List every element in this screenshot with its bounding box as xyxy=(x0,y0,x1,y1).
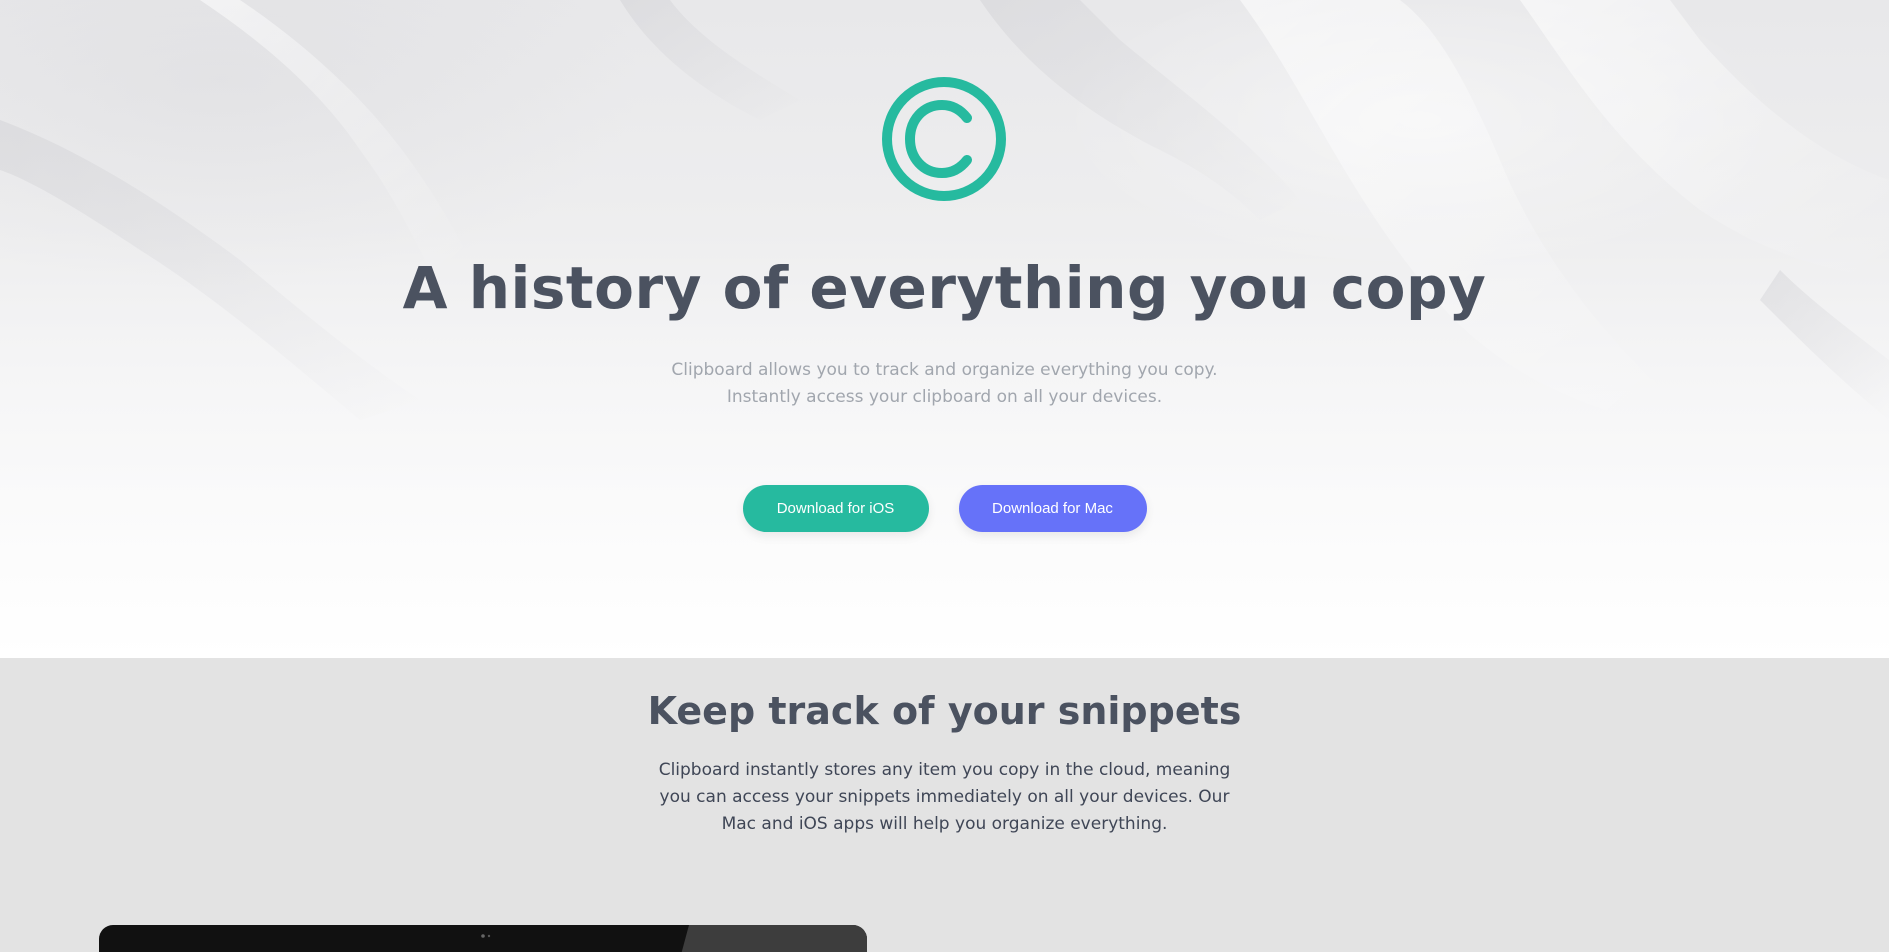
hero-title: A history of everything you copy xyxy=(402,254,1487,322)
features-description-line-2: you can access your snippets immediately… xyxy=(659,787,1230,807)
brand-logo xyxy=(881,76,1007,202)
features-description-line-3: Mac and iOS apps will help you organize … xyxy=(721,814,1168,834)
hero-subtitle-line-2: Instantly access your clipboard on all y… xyxy=(726,387,1163,407)
hero-subtitle-line-1: Clipboard allows you to track and organi… xyxy=(671,360,1218,380)
device-screen-reflection xyxy=(675,925,867,952)
download-mac-button[interactable]: Download for Mac xyxy=(958,485,1147,532)
camera-icon xyxy=(481,934,491,938)
features-section: Keep track of your snippets Clipboard in… xyxy=(0,658,1889,952)
copyright-logo-icon xyxy=(882,77,1006,201)
features-description: Clipboard instantly stores any item you … xyxy=(0,757,1889,838)
computer-device-mockup xyxy=(99,925,867,952)
features-description-line-1: Clipboard instantly stores any item you … xyxy=(658,760,1231,780)
hero-download-buttons: Download for iOS Download for Mac xyxy=(0,485,1889,532)
features-title: Keep track of your snippets xyxy=(647,689,1242,733)
download-ios-button[interactable]: Download for iOS xyxy=(742,485,929,532)
hero-subtitle: Clipboard allows you to track and organi… xyxy=(0,357,1889,411)
hero-section: A history of everything you copy Clipboa… xyxy=(0,0,1889,658)
